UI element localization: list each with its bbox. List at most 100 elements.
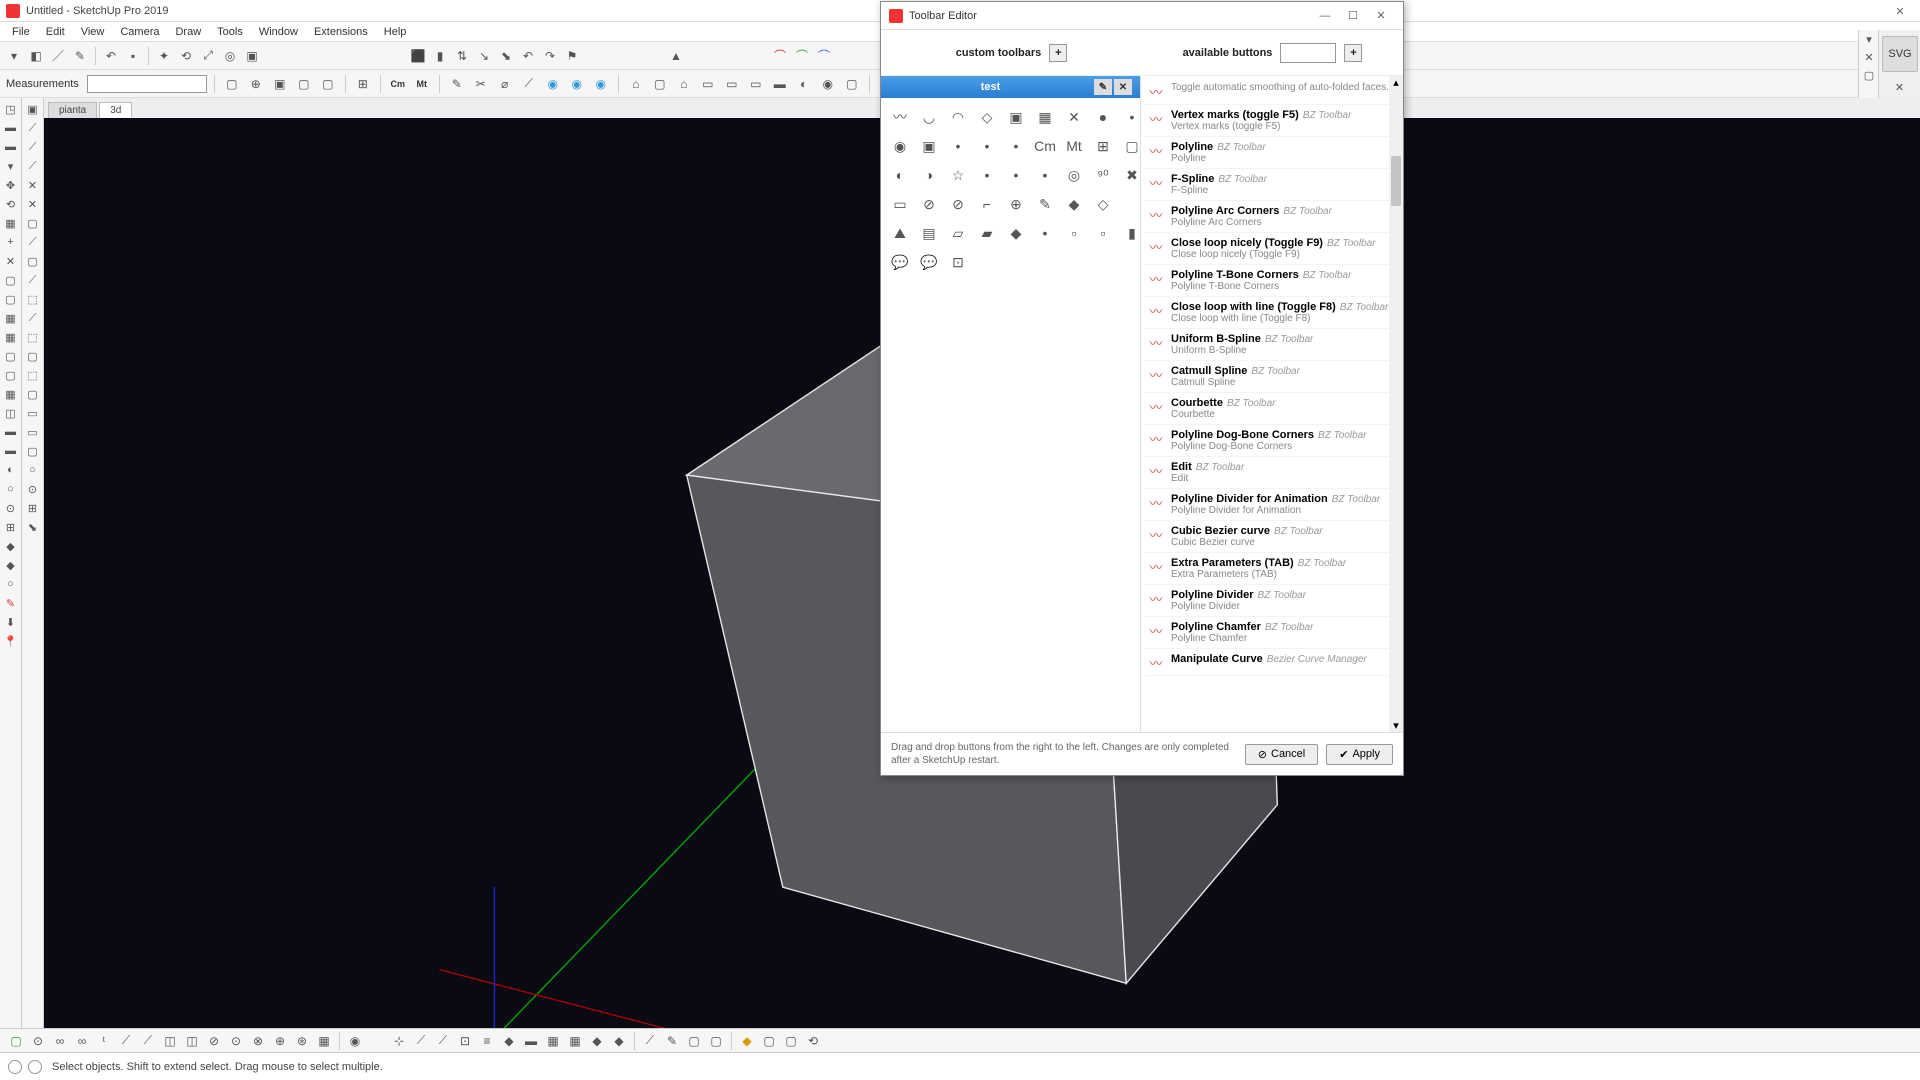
bt-22[interactable]: ◆ bbox=[499, 1031, 519, 1051]
pencil-icon[interactable]: ✎ bbox=[70, 46, 90, 66]
dialog-close-button[interactable]: ✕ bbox=[1367, 6, 1395, 26]
cancel-button[interactable]: ⊘Cancel bbox=[1245, 744, 1318, 765]
bt-13[interactable]: ⊕ bbox=[270, 1031, 290, 1051]
lt-a9[interactable]: ✕ bbox=[1, 252, 21, 270]
lt-a1[interactable]: ◳ bbox=[1, 100, 21, 118]
grid-icon-1[interactable]: ◡ bbox=[916, 104, 942, 130]
arc2-icon[interactable]: ⌒ bbox=[792, 46, 812, 66]
bt-27[interactable]: ◆ bbox=[609, 1031, 629, 1051]
bt-32[interactable]: ◆ bbox=[737, 1031, 757, 1051]
unit-cm-icon[interactable]: Cm bbox=[388, 74, 408, 94]
menu-file[interactable]: File bbox=[4, 24, 38, 40]
grid-icon-48[interactable] bbox=[974, 249, 1000, 275]
bt-19[interactable]: ⟋ bbox=[433, 1031, 453, 1051]
sb-icon-1[interactable] bbox=[8, 1060, 22, 1074]
dialog-maximize-button[interactable]: ☐ bbox=[1339, 6, 1367, 26]
view3-icon[interactable]: ⇅ bbox=[452, 46, 472, 66]
available-item[interactable]: 〰Close loop nicely (Toggle F9)BZ Toolbar… bbox=[1145, 233, 1397, 265]
bt-8[interactable]: ◫ bbox=[160, 1031, 180, 1051]
bt-23[interactable]: ▬ bbox=[521, 1031, 541, 1051]
grid-icon-41[interactable]: • bbox=[1032, 220, 1058, 246]
bt-11[interactable]: ⊙ bbox=[226, 1031, 246, 1051]
grid-icon-23[interactable]: • bbox=[1032, 162, 1058, 188]
bt-31[interactable]: ▢ bbox=[706, 1031, 726, 1051]
available-item[interactable]: 〰CourbetteBZ ToolbarCourbette bbox=[1145, 393, 1397, 425]
grid-icon-39[interactable]: ▰ bbox=[974, 220, 1000, 246]
lt-a6[interactable]: ⟲ bbox=[1, 195, 21, 213]
lt-a26[interactable]: ○ bbox=[1, 575, 21, 593]
menu-edit[interactable]: Edit bbox=[38, 24, 73, 40]
grid-icon-25[interactable]: ⁹⁰ bbox=[1090, 162, 1116, 188]
lt-b23[interactable]: ⬊ bbox=[23, 518, 43, 536]
grid-icon-24[interactable]: ◎ bbox=[1061, 162, 1087, 188]
grid-icon-45[interactable]: 💬 bbox=[887, 249, 913, 275]
lt-a15[interactable]: ▢ bbox=[1, 366, 21, 384]
view5-icon[interactable]: ⬊ bbox=[496, 46, 516, 66]
grid-icon-11[interactable]: • bbox=[945, 133, 971, 159]
bt-26[interactable]: ◆ bbox=[587, 1031, 607, 1051]
grid-icon-18[interactable]: ◐ bbox=[887, 162, 913, 188]
h9-icon[interactable]: ◉ bbox=[818, 74, 838, 94]
move-icon[interactable]: ✦ bbox=[154, 46, 174, 66]
lt-a16[interactable]: ▦ bbox=[1, 385, 21, 403]
offset-icon[interactable]: ◎ bbox=[220, 46, 240, 66]
scene-tab-3d[interactable]: 3d bbox=[99, 102, 132, 118]
lt-b17[interactable]: ▭ bbox=[23, 404, 43, 422]
available-item[interactable]: 〰PolylineBZ ToolbarPolyline bbox=[1145, 137, 1397, 169]
line-icon[interactable]: ／ bbox=[48, 46, 68, 66]
available-item[interactable]: 〰Manipulate CurveBezier Curve Manager bbox=[1145, 649, 1397, 676]
available-item[interactable]: 〰F-SplineBZ ToolbarF-Spline bbox=[1145, 169, 1397, 201]
menu-tools[interactable]: Tools bbox=[209, 24, 251, 40]
undo-icon[interactable]: ↶ bbox=[101, 46, 121, 66]
grid-icon-52[interactable] bbox=[1090, 249, 1116, 275]
bt-5[interactable]: ᵗ bbox=[94, 1031, 114, 1051]
lt-a18[interactable]: ▬ bbox=[1, 423, 21, 441]
lt-a17[interactable]: ◫ bbox=[1, 404, 21, 422]
lt-b10[interactable]: ⟋ bbox=[23, 271, 43, 289]
bt-25[interactable]: ▦ bbox=[565, 1031, 585, 1051]
menu-camera[interactable]: Camera bbox=[112, 24, 167, 40]
select-tool-icon[interactable]: ▾ bbox=[4, 46, 24, 66]
re-3[interactable]: ▢ bbox=[1859, 66, 1879, 84]
grid-icon-28[interactable]: ⊘ bbox=[916, 191, 942, 217]
lt-b2[interactable]: ⟋ bbox=[23, 119, 43, 137]
available-item[interactable]: 〰Cubic Bezier curveBZ ToolbarCubic Bezie… bbox=[1145, 521, 1397, 553]
bt-1[interactable]: ▢ bbox=[6, 1031, 26, 1051]
view-icon[interactable]: ⬛ bbox=[408, 46, 428, 66]
menu-view[interactable]: View bbox=[73, 24, 113, 40]
available-item[interactable]: 〰Extra Parameters (TAB)BZ ToolbarExtra P… bbox=[1145, 553, 1397, 585]
arc1-icon[interactable]: ⌒ bbox=[770, 46, 790, 66]
menu-help[interactable]: Help bbox=[376, 24, 415, 40]
bt-17[interactable]: ⊹ bbox=[389, 1031, 409, 1051]
box2-icon[interactable]: ⊕ bbox=[246, 74, 266, 94]
grid-icon-40[interactable]: ◆ bbox=[1003, 220, 1029, 246]
lt-a29[interactable]: 📍 bbox=[1, 632, 21, 650]
available-item[interactable]: 〰Close loop with line (Toggle F8)BZ Tool… bbox=[1145, 297, 1397, 329]
h4-icon[interactable]: ▭ bbox=[698, 74, 718, 94]
delete-toolbar-button[interactable]: ✕ bbox=[1114, 79, 1132, 95]
bt-10[interactable]: ⊘ bbox=[204, 1031, 224, 1051]
lt-a11[interactable]: ▢ bbox=[1, 290, 21, 308]
lt-a22[interactable]: ⊙ bbox=[1, 499, 21, 517]
redo-icon[interactable]: ↷ bbox=[540, 46, 560, 66]
available-item[interactable]: 〰Polyline ChamferBZ ToolbarPolyline Cham… bbox=[1145, 617, 1397, 649]
grid-icon-37[interactable]: ▤ bbox=[916, 220, 942, 246]
t1-icon[interactable]: ✎ bbox=[447, 74, 467, 94]
apply-button[interactable]: ✔Apply bbox=[1326, 744, 1393, 765]
lt-b4[interactable]: ⟋ bbox=[23, 157, 43, 175]
flag-icon[interactable]: ⚑ bbox=[562, 46, 582, 66]
t5-icon[interactable]: ◉ bbox=[543, 74, 563, 94]
t4-icon[interactable]: ⟋ bbox=[519, 74, 539, 94]
edit-toolbar-button[interactable]: ✎ bbox=[1094, 79, 1112, 95]
grid-icon-31[interactable]: ⊕ bbox=[1003, 191, 1029, 217]
grid-icon[interactable]: ⊞ bbox=[353, 74, 373, 94]
box5-icon[interactable]: ▢ bbox=[318, 74, 338, 94]
available-item[interactable]: 〰Polyline Dog-Bone CornersBZ ToolbarPoly… bbox=[1145, 425, 1397, 457]
t7-icon[interactable]: ◉ bbox=[591, 74, 611, 94]
grid-icon-49[interactable] bbox=[1003, 249, 1029, 275]
grid-icon-33[interactable]: ◆ bbox=[1061, 191, 1087, 217]
dialog-titlebar[interactable]: Toolbar Editor — ☐ ✕ bbox=[881, 2, 1403, 30]
grid-icon-7[interactable]: ● bbox=[1090, 104, 1116, 130]
grid-icon-47[interactable]: ⊡ bbox=[945, 249, 971, 275]
custom-toolbar-icons[interactable]: 〰◡◠◇▣▦✕●•◉▣•••CmMt⊞▢◐◑☆•••◎⁹⁰✖▭⊘⊘⌐⊕✎◆◇⛰▤… bbox=[881, 98, 1140, 281]
